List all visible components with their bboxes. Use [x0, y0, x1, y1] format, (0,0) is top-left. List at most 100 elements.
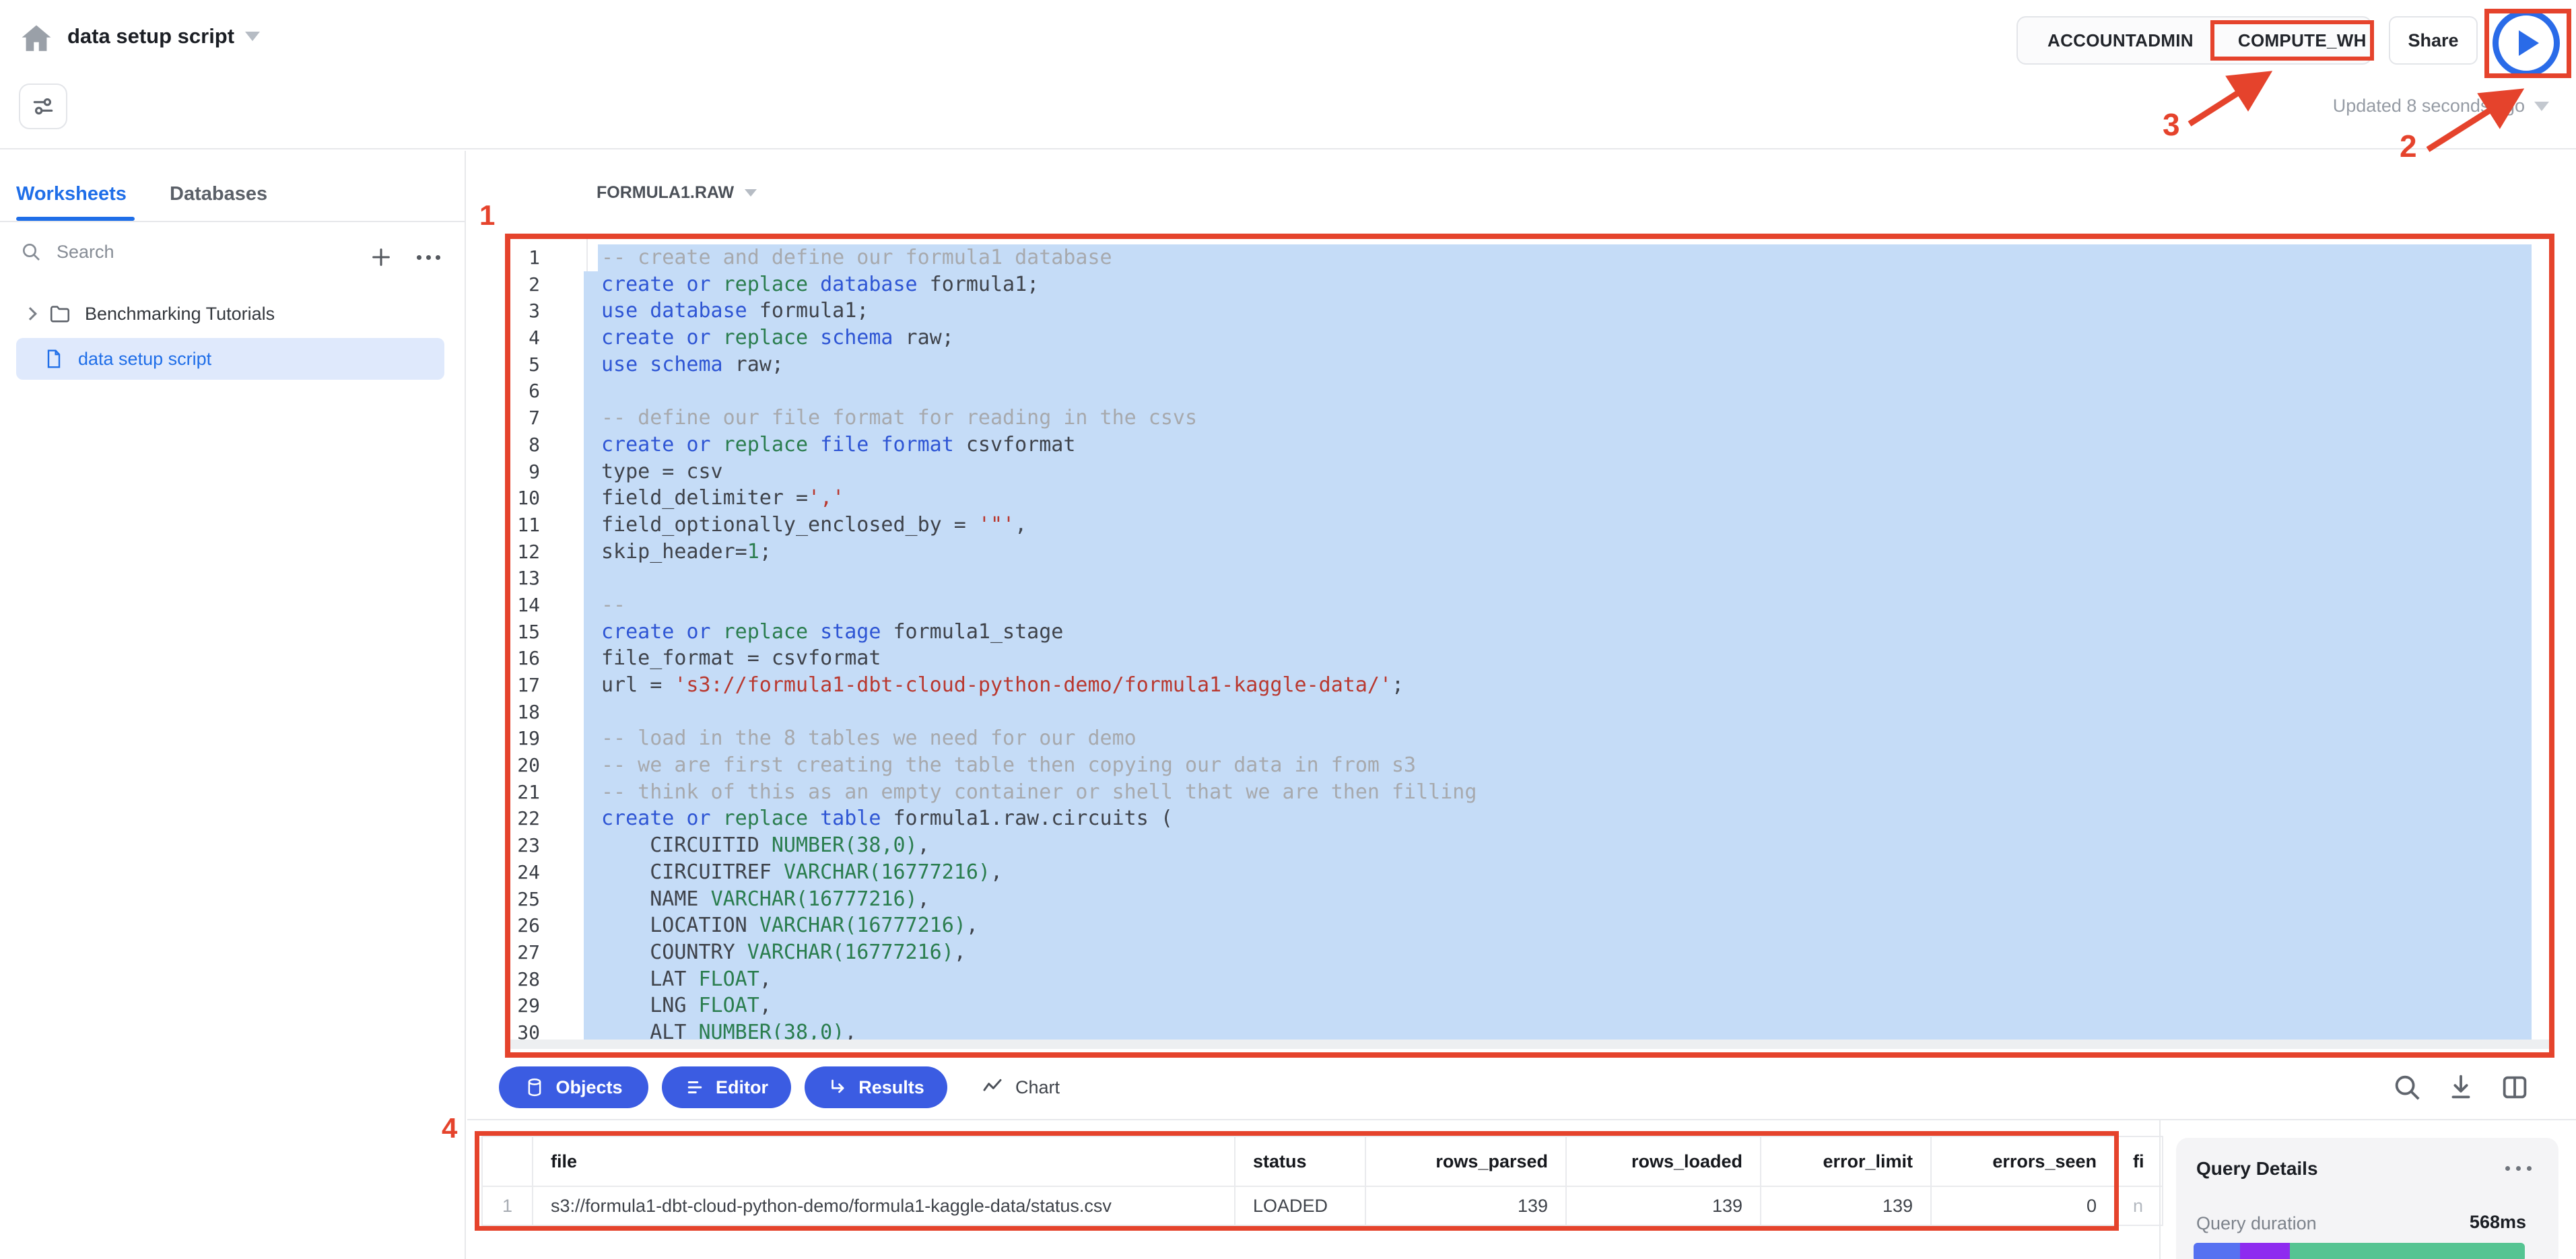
code-line: type = csv [584, 458, 2549, 485]
objects-toggle-button[interactable]: Objects [499, 1066, 648, 1108]
divider [467, 1119, 2576, 1120]
home-icon[interactable] [18, 20, 55, 58]
role-label: ACCOUNTADMIN [2047, 30, 2194, 51]
new-worksheet-button[interactable] [364, 240, 399, 275]
chart-line-icon [982, 1077, 1003, 1098]
line-number: 13 [510, 565, 540, 592]
line-number: 23 [510, 832, 540, 859]
download-icon[interactable] [2445, 1072, 2476, 1103]
search-input[interactable]: Search [20, 241, 114, 263]
code-line: create or replace schema raw; [584, 325, 2549, 351]
line-number-gutter: 1234567891011121314151617181920212223242… [510, 244, 540, 1046]
line-number: 15 [510, 619, 540, 646]
sidebar-item-folder[interactable]: Benchmarking Tutorials [16, 294, 447, 334]
search-placeholder: Search [57, 242, 114, 263]
warehouse-label: COMPUTE_WH [2238, 30, 2367, 51]
results-toggle-button[interactable]: Results [805, 1066, 947, 1108]
column-header[interactable]: file [533, 1136, 1235, 1186]
more-options-icon[interactable] [2505, 1166, 2532, 1171]
duration-bar-segment [2290, 1243, 2525, 1259]
folder-icon [48, 302, 71, 325]
line-number: 2 [510, 271, 540, 298]
code-line: COUNTRY VARCHAR(16777216), [584, 939, 2549, 966]
line-number: 26 [510, 912, 540, 939]
code-line: url = 's3://formula1-dbt-cloud-python-de… [584, 672, 2549, 699]
chart-toggle-button[interactable]: Chart [982, 1066, 1060, 1108]
divider [0, 221, 466, 222]
column-header[interactable]: rows_parsed [1365, 1136, 1566, 1186]
code-line: -- we are first creating the table then … [584, 752, 2549, 779]
line-number: 22 [510, 805, 540, 832]
chevron-down-icon [245, 32, 260, 41]
line-number: 20 [510, 752, 540, 779]
table-cell: 139 [1365, 1186, 1566, 1225]
line-number: 25 [510, 886, 540, 913]
table-cell: n [2115, 1186, 2163, 1225]
sidebar-item-worksheet-selected[interactable]: data setup script [16, 338, 444, 380]
sidebar-item-label: Benchmarking Tutorials [85, 304, 275, 325]
code-line: -- create and define our formula1 databa… [584, 244, 2549, 271]
duration-bar-segment [2240, 1243, 2290, 1259]
table-header-row: filestatusrows_parsedrows_loadederror_li… [482, 1136, 2163, 1186]
column-header[interactable]: status [1235, 1136, 1365, 1186]
chevron-right-icon [24, 307, 37, 320]
worksheet-title-menu[interactable]: data setup script [67, 24, 260, 48]
line-number: 10 [510, 485, 540, 512]
code-line: LOCATION VARCHAR(16777216), [584, 912, 2549, 939]
column-header[interactable] [482, 1136, 533, 1186]
horizontal-scrollbar[interactable] [510, 1040, 2549, 1049]
query-duration-value: 568ms [2470, 1212, 2526, 1233]
share-button[interactable]: Share [2389, 16, 2478, 65]
code-line: skip_header=1; [584, 539, 2549, 566]
column-header[interactable]: rows_loaded [1566, 1136, 1761, 1186]
sidebar-item-label: data setup script [78, 349, 211, 370]
code-line: create or replace file format csvformat [584, 432, 2549, 458]
code-line: create or replace table formula1.raw.cir… [584, 805, 2549, 832]
code-line: -- load in the 8 tables we need for our … [584, 725, 2549, 752]
query-details-title: Query Details [2196, 1158, 2318, 1180]
line-number: 28 [510, 966, 540, 993]
column-header[interactable]: error_limit [1761, 1136, 1931, 1186]
sql-editor[interactable]: 1234567891011121314151617181920212223242… [510, 239, 2549, 1052]
worksheet-context-selector[interactable]: FORMULA1.RAW [597, 183, 757, 203]
line-number: 9 [510, 458, 540, 485]
line-number: 7 [510, 405, 540, 432]
query-duration-label: Query duration [2196, 1213, 2317, 1234]
annotation-label-2: 2 [2400, 128, 2417, 164]
sliders-icon [30, 94, 56, 119]
sidebar: Worksheets Databases Search [0, 151, 466, 1259]
code-line [584, 565, 2549, 592]
search-results-icon[interactable] [2392, 1072, 2422, 1103]
editor-lines-icon [685, 1077, 705, 1097]
table-row[interactable]: 1s3://formula1-dbt-cloud-python-demo/for… [482, 1186, 2163, 1225]
results-table[interactable]: filestatusrows_parsedrows_loadederror_li… [481, 1136, 2163, 1226]
line-number: 14 [510, 592, 540, 619]
code-line: -- [584, 592, 2549, 619]
column-header[interactable]: fi [2115, 1136, 2163, 1186]
column-header[interactable]: errors_seen [1931, 1136, 2115, 1186]
session-context-selector[interactable]: ACCOUNTADMIN COMPUTE_WH [2016, 16, 2372, 65]
annotation-label-1: 1 [479, 199, 495, 232]
code-line: field_delimiter =',' [584, 485, 2549, 512]
run-button[interactable] [2493, 9, 2560, 77]
annotation-label-4: 4 [442, 1112, 457, 1145]
return-arrow-icon [827, 1077, 848, 1097]
code-line: NAME VARCHAR(16777216), [584, 886, 2549, 913]
updated-status[interactable]: Updated 8 seconds ago [2333, 96, 2549, 116]
filters-button[interactable] [19, 83, 67, 129]
table-cell: s3://formula1-dbt-cloud-python-demo/form… [533, 1186, 1235, 1225]
top-bar: data setup script ACCOUNTADMIN [0, 0, 2576, 149]
editor-toggle-button[interactable]: Editor [662, 1066, 791, 1108]
annotation-label-3: 3 [2163, 106, 2180, 143]
tab-databases[interactable]: Databases [170, 183, 267, 205]
code-area: -- create and define our formula1 databa… [584, 244, 2549, 1046]
code-line: CIRCUITID NUMBER(38,0), [584, 832, 2549, 859]
tab-worksheets[interactable]: Worksheets [16, 183, 127, 205]
more-options-icon[interactable] [409, 240, 447, 275]
line-number: 11 [510, 512, 540, 539]
line-number: 8 [510, 432, 540, 458]
line-number: 6 [510, 378, 540, 405]
line-number: 3 [510, 298, 540, 325]
search-icon [20, 241, 42, 263]
split-panel-icon[interactable] [2499, 1072, 2530, 1103]
